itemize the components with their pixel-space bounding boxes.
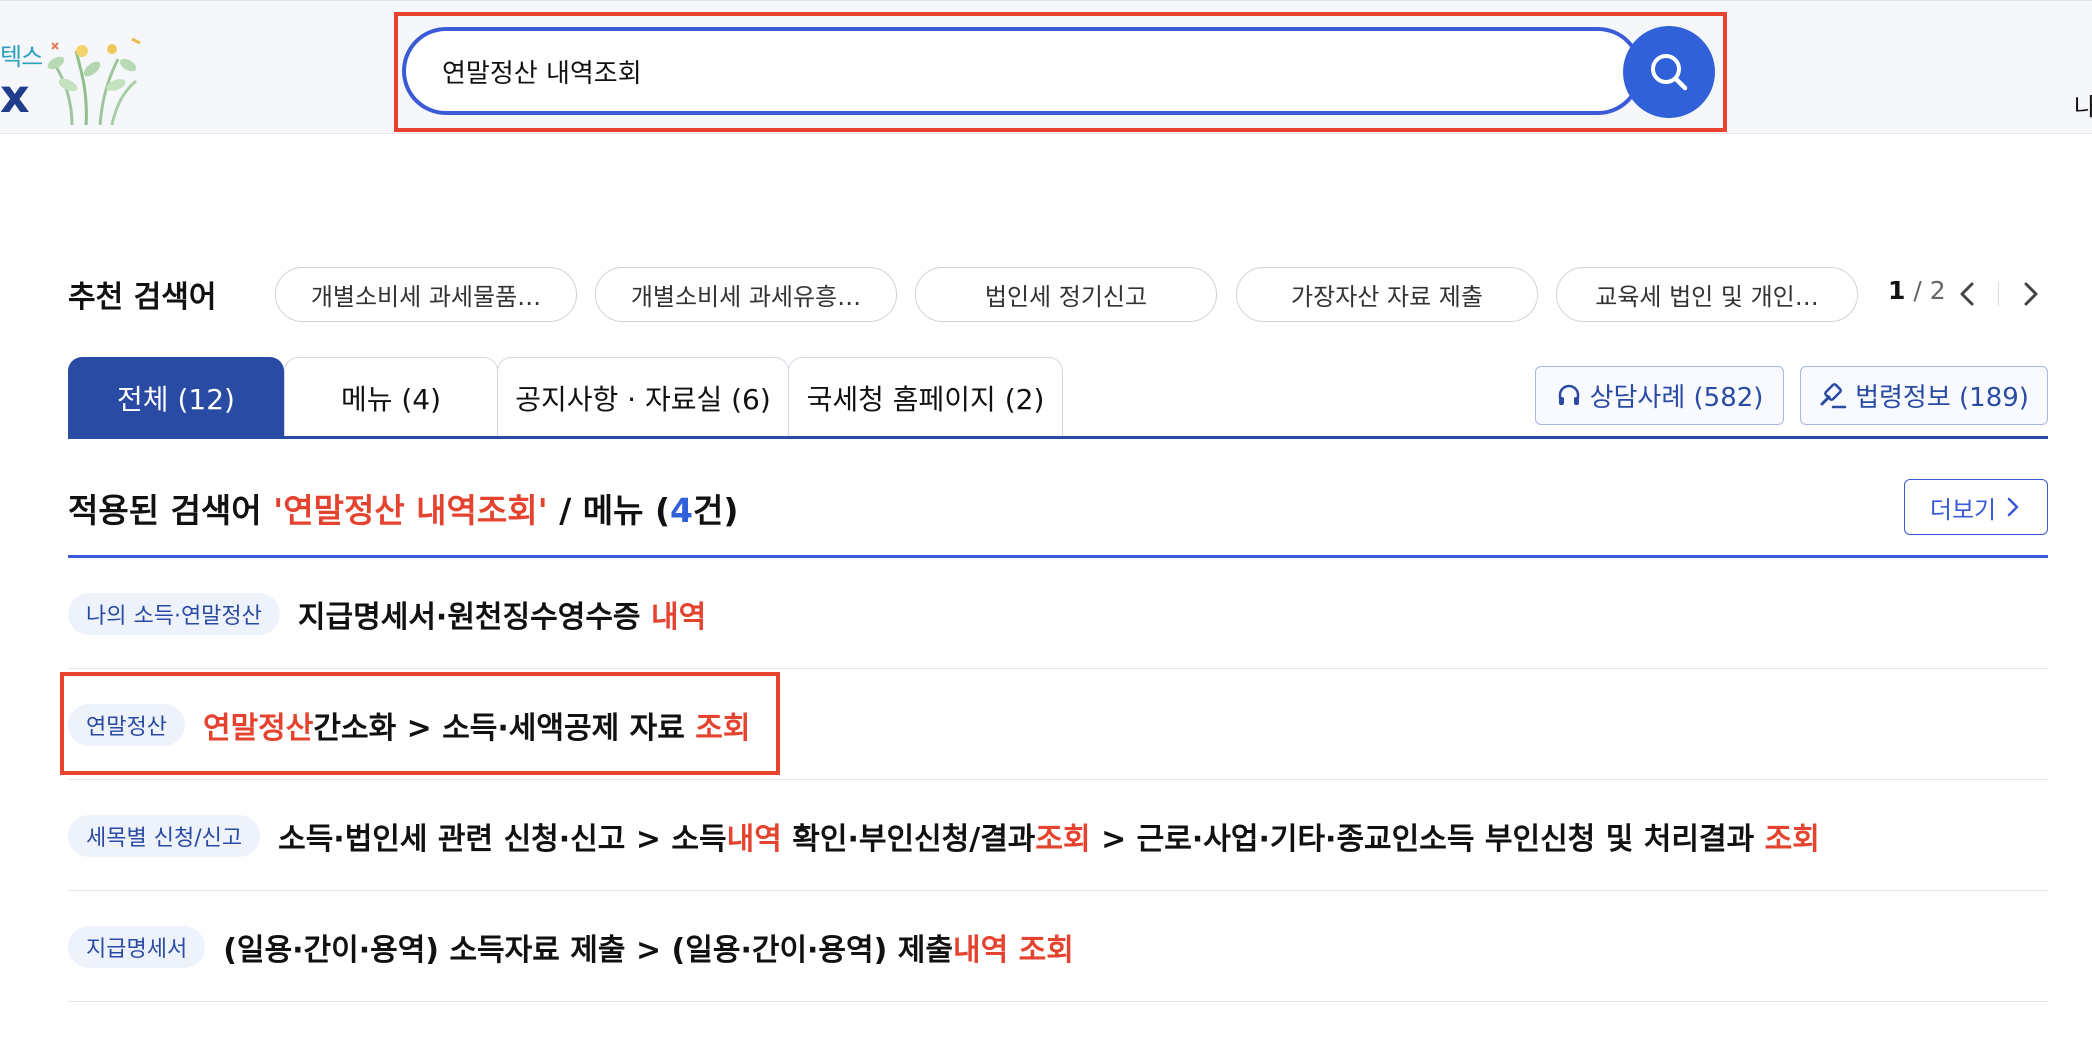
category-badge: 지급명세서 <box>68 925 206 968</box>
recommended-chip[interactable]: 교육세 법인 및 개인… <box>1556 267 1858 322</box>
recommended-chip[interactable]: 개별소비세 과세유흥… <box>595 267 897 322</box>
pager-next-button[interactable] <box>2014 278 2046 310</box>
applied-query-heading: 적용된 검색어 '연말정산 내역조회' / 메뉴 (4건) <box>68 491 739 530</box>
result-highlight-annotation <box>60 672 780 775</box>
search-input[interactable] <box>442 49 1592 93</box>
header-right-partial: 나 <box>2074 93 2092 121</box>
consult-cases-label: 상담사례 (582) <box>1589 383 1764 413</box>
chevron-right-icon <box>2024 282 2038 306</box>
recommended-chip[interactable]: 개별소비세 과세물품… <box>275 267 577 322</box>
search-button[interactable] <box>1623 26 1715 118</box>
tab-nts-homepage[interactable]: 국세청 홈페이지 (2) <box>788 357 1063 438</box>
tabs-underline <box>68 436 2048 439</box>
recommended-keywords-title: 추천 검색어 <box>68 280 217 315</box>
chevron-left-icon <box>1960 282 1974 306</box>
more-button[interactable]: 더보기 <box>1904 479 2048 535</box>
recommended-pager: 1 / 2 <box>1888 276 1946 305</box>
headset-icon <box>1558 384 1579 405</box>
search-icon <box>1651 54 1688 91</box>
applied-query-text: '연말정산 내역조회' <box>273 491 548 530</box>
law-info-button[interactable]: 법령정보 (189) <box>1800 366 2048 425</box>
logo-wordmark: x <box>0 69 30 123</box>
chevron-right-icon <box>2007 497 2019 517</box>
result-link[interactable]: (일용·간이·용역) 소득자료 제출 > (일용·간이·용역) 제출내역 조회 <box>223 925 1074 969</box>
tab-notices-archive[interactable]: 공지사항 · 자료실 (6) <box>497 357 789 438</box>
pager-total: 2 <box>1929 276 1946 305</box>
logo-subtitle: 텍스 <box>0 43 43 71</box>
pager-prev-button[interactable] <box>1952 278 1984 310</box>
tab-all[interactable]: 전체 (12) <box>68 357 284 438</box>
category-badge: 나의 소득·연말정산 <box>68 592 280 635</box>
logo-plant-illustration <box>47 37 141 125</box>
result-row: 나의 소득·연말정산 지급명세서·원천징수영수증 내역 <box>68 558 2048 669</box>
category-badge: 세목별 신청/신고 <box>68 814 261 857</box>
pager-separator: / <box>1905 276 1930 305</box>
more-label: 더보기 <box>1929 495 1997 524</box>
result-link[interactable]: 지급명세서·원천징수영수증 내역 <box>298 592 706 636</box>
recommended-chip[interactable]: 가장자산 자료 제출 <box>1236 267 1538 322</box>
result-row: 세목별 신청/신고 소득·법인세 관련 신청·신고 > 소득내역 확인·부인신청… <box>68 780 2048 891</box>
consult-cases-button[interactable]: 상담사례 (582) <box>1535 366 1784 425</box>
pager-divider <box>1998 282 1999 306</box>
search-bar[interactable] <box>402 27 1642 115</box>
result-count: 4 <box>670 491 694 530</box>
result-row: 지급명세서 (일용·간이·용역) 소득자료 제출 > (일용·간이·용역) 제출… <box>68 891 2048 1002</box>
tab-menu[interactable]: 메뉴 (4) <box>284 357 498 438</box>
law-info-label: 법령정보 (189) <box>1855 383 2029 413</box>
gavel-icon <box>1820 382 1847 408</box>
pager-current: 1 <box>1888 276 1906 305</box>
recommended-chip[interactable]: 법인세 정기신고 <box>915 267 1217 322</box>
result-link[interactable]: 소득·법인세 관련 신청·신고 > 소득내역 확인·부인신청/결과조회 > 근로… <box>278 814 1820 858</box>
